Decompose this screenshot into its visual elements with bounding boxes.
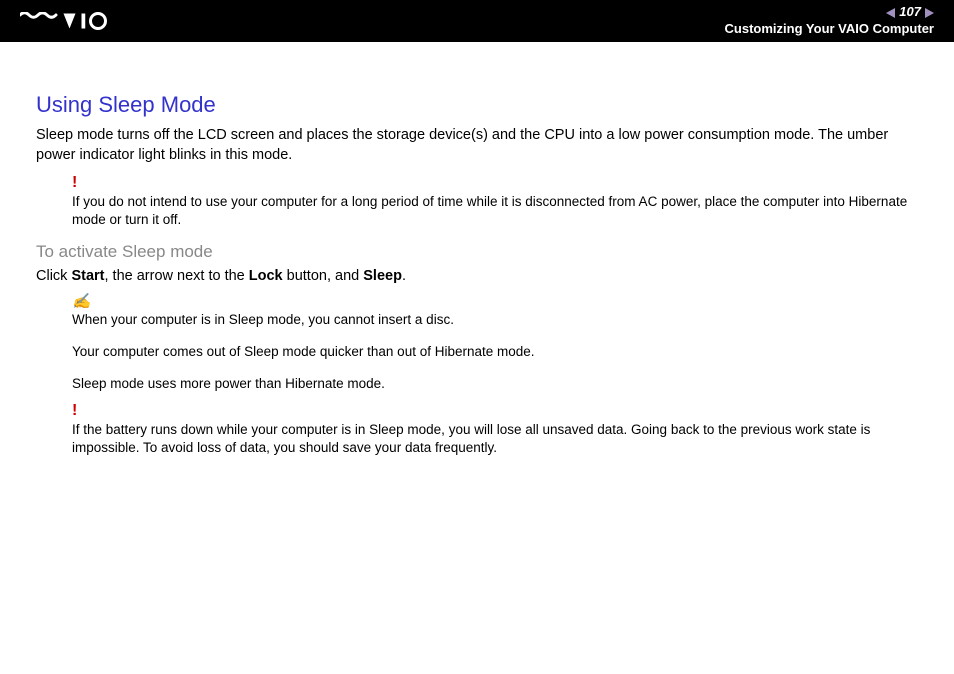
instr-bold: Start bbox=[71, 268, 104, 284]
prev-page-arrow-icon[interactable] bbox=[886, 8, 895, 18]
note-icon: ✍ bbox=[72, 294, 918, 309]
note-block: ✍ When your computer is in Sleep mode, y… bbox=[72, 294, 918, 394]
page-number: 107 bbox=[899, 4, 921, 21]
breadcrumb: Customizing Your VAIO Computer bbox=[725, 21, 934, 38]
instr-bold: Sleep bbox=[363, 268, 402, 284]
note-paragraph-3: Sleep mode uses more power than Hibernat… bbox=[72, 375, 918, 393]
page-navigation: 107 bbox=[886, 4, 934, 21]
page-title: Using Sleep Mode bbox=[36, 92, 918, 118]
section-subtitle: To activate Sleep mode bbox=[36, 242, 918, 262]
vaio-logo bbox=[20, 0, 125, 42]
note-paragraph-1: When your computer is in Sleep mode, you… bbox=[72, 311, 918, 329]
header-bar: 107 Customizing Your VAIO Computer bbox=[0, 0, 954, 42]
page-content: Using Sleep Mode Sleep mode turns off th… bbox=[0, 42, 954, 458]
instr-part: button, and bbox=[283, 268, 364, 284]
header-right: 107 Customizing Your VAIO Computer bbox=[725, 4, 934, 38]
instr-part: Click bbox=[36, 268, 71, 284]
next-page-arrow-icon[interactable] bbox=[925, 8, 934, 18]
intro-paragraph: Sleep mode turns off the LCD screen and … bbox=[36, 126, 918, 165]
warning-icon: ! bbox=[72, 175, 918, 191]
warning-text-1: If you do not intend to use your compute… bbox=[72, 193, 918, 229]
warning-block-2: ! If the battery runs down while your co… bbox=[72, 403, 918, 457]
warning-icon: ! bbox=[72, 403, 918, 419]
note-text-group: When your computer is in Sleep mode, you… bbox=[72, 311, 918, 394]
warning-block-1: ! If you do not intend to use your compu… bbox=[72, 175, 918, 229]
warning-text-2: If the battery runs down while your comp… bbox=[72, 421, 918, 457]
instruction-text: Click Start, the arrow next to the Lock … bbox=[36, 268, 918, 284]
instr-bold: Lock bbox=[249, 268, 283, 284]
instr-part: . bbox=[402, 268, 406, 284]
instr-part: , the arrow next to the bbox=[105, 268, 249, 284]
note-paragraph-2: Your computer comes out of Sleep mode qu… bbox=[72, 343, 918, 361]
